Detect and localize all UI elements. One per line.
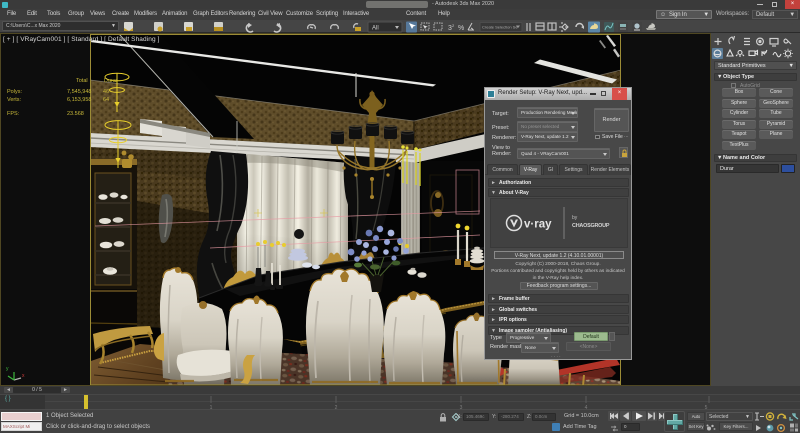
svg-text:CHAOSGROUP: CHAOSGROUP <box>572 223 610 229</box>
svg-text:v·ray: v·ray <box>524 219 552 231</box>
svg-text:2: 2 <box>452 23 455 28</box>
svg-text:All: All <box>372 25 379 31</box>
svg-text:Create Selection Se: Create Selection Se <box>482 24 518 29</box>
svg-text:%: % <box>458 25 464 32</box>
svg-text:by: by <box>572 215 578 221</box>
